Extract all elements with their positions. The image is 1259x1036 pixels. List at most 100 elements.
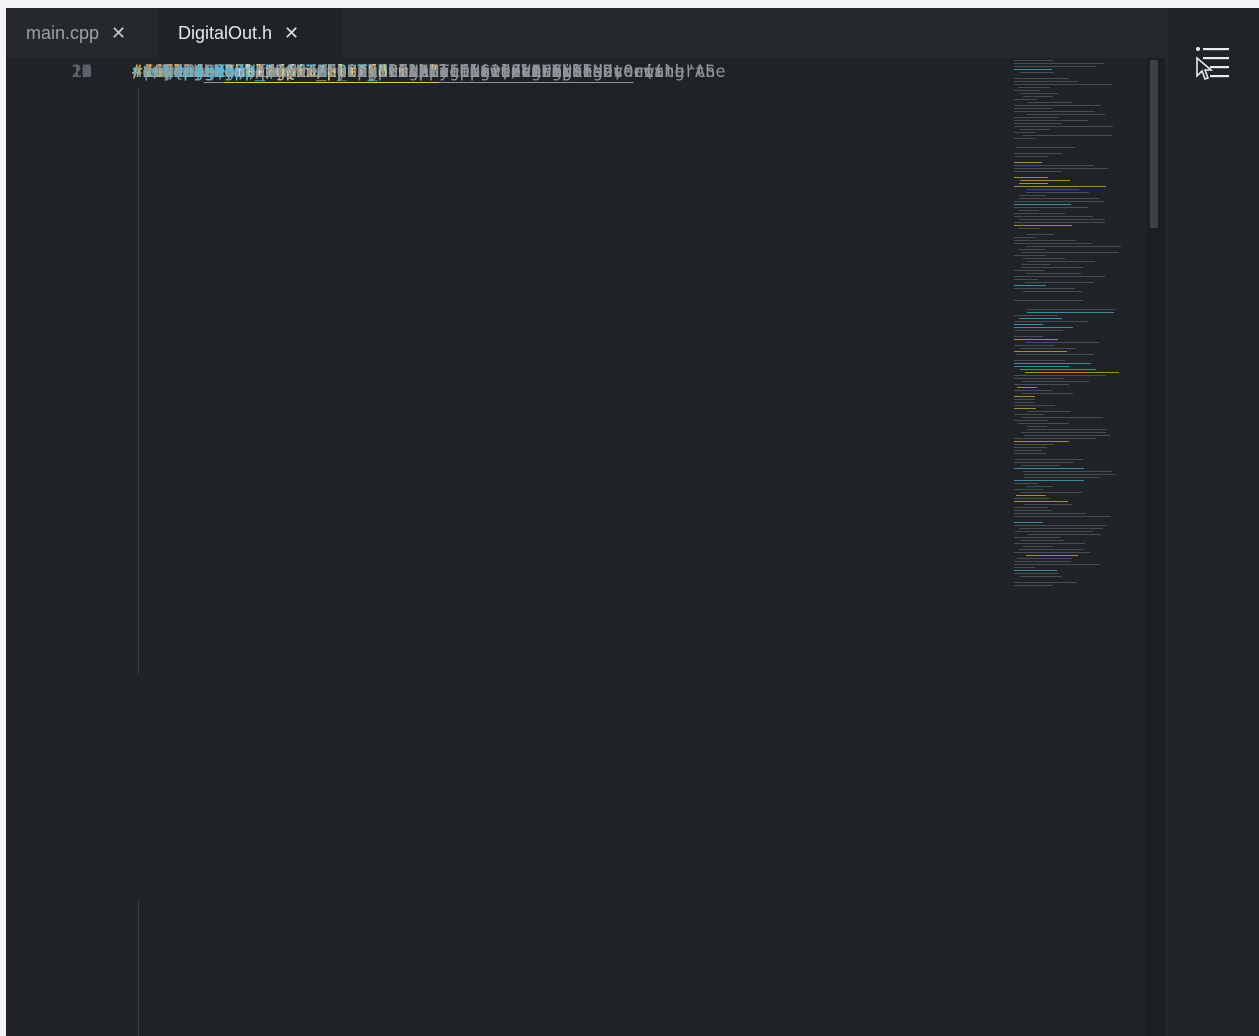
minimap-line (1014, 99, 1037, 100)
minimap-line (1014, 105, 1101, 106)
minimap-line (1015, 405, 1055, 406)
scrollbar-thumb[interactable] (1150, 60, 1158, 228)
minimap-line (1023, 258, 1065, 259)
minimap-line (1021, 465, 1060, 466)
minimap-line (1014, 321, 1088, 322)
tab-main-cpp[interactable]: main.cpp ✕ (6, 8, 158, 58)
minimap-line (1014, 177, 1048, 178)
minimap-line (1014, 288, 1075, 289)
minimap-line (1014, 327, 1073, 328)
minimap-line (1014, 498, 1050, 499)
minimap-line (1014, 339, 1058, 340)
minimap-line (1014, 126, 1113, 127)
minimap-line (1014, 564, 1100, 565)
close-icon[interactable]: ✕ (111, 23, 126, 44)
minimap-line (1014, 279, 1038, 280)
minimap-line (1014, 447, 1047, 448)
minimap-line (1014, 567, 1035, 568)
minimap-line (1026, 234, 1054, 235)
minimap-line (1014, 204, 1071, 205)
minimap-line (1020, 348, 1076, 349)
minimap-line (1014, 414, 1044, 415)
minimap-line (1014, 276, 1105, 277)
minimap-line (1025, 372, 1119, 373)
indent-guide (138, 88, 139, 674)
minimap-line (1014, 561, 1071, 562)
minimap-line (1021, 267, 1083, 268)
minimap-line (1014, 69, 1052, 70)
minimap-line (1024, 435, 1110, 436)
minimap-line (1014, 408, 1036, 409)
outline-list-icon[interactable] (1194, 44, 1234, 92)
minimap-line (1014, 336, 1043, 337)
minimap-line (1026, 192, 1089, 193)
minimap-line (1014, 363, 1091, 364)
minimap-line (1014, 444, 1054, 445)
minimap-line (1027, 426, 1047, 427)
minimap-line (1014, 123, 1062, 124)
minimap-line (1014, 240, 1076, 241)
minimap-line (1014, 81, 1078, 82)
minimap[interactable] (1014, 58, 1142, 598)
minimap-line (1026, 114, 1105, 115)
minimap-line (1014, 324, 1043, 325)
minimap-line (1020, 180, 1070, 181)
minimap-line (1023, 471, 1112, 472)
minimap-line (1019, 249, 1045, 250)
minimap-line (1023, 135, 1112, 136)
minimap-line (1014, 138, 1036, 139)
minimap-line (1014, 507, 1048, 508)
minimap-line (1020, 72, 1054, 73)
minimap-line (1014, 378, 1064, 379)
minimap-line (1014, 111, 1095, 112)
minimap-line (1014, 462, 1074, 463)
minimap-line (1014, 582, 1077, 583)
minimap-line (1014, 399, 1035, 400)
minimap-line (1019, 198, 1099, 199)
minimap-line (1014, 171, 1062, 172)
minimap-line (1014, 450, 1042, 451)
minimap-line (1026, 486, 1053, 487)
minimap-line (1014, 360, 1065, 361)
minimap-line (1016, 147, 1075, 148)
minimap-line (1014, 510, 1052, 511)
minimap-line (1015, 330, 1063, 331)
minimap-line (1018, 228, 1040, 229)
minimap-line (1014, 402, 1035, 403)
close-icon[interactable]: ✕ (284, 23, 299, 44)
minimap-line (1020, 93, 1058, 94)
minimap-line (1014, 216, 1093, 217)
minimap-line (1014, 270, 1045, 271)
minimap-line (1015, 459, 1083, 460)
tab-digitalout-h[interactable]: DigitalOut.h ✕ (158, 8, 342, 58)
minimap-line (1026, 246, 1121, 247)
minimap-line (1014, 222, 1105, 223)
indent-guide (138, 900, 139, 1036)
minimap-line (1019, 219, 1105, 220)
minimap-line (1014, 420, 1048, 421)
minimap-line (1014, 201, 1104, 202)
minimap-line (1027, 534, 1101, 535)
tab-bar: main.cpp ✕ DigitalOut.h ✕ (6, 8, 1165, 58)
minimap-line (1014, 120, 1088, 121)
minimap-line (1014, 213, 1065, 214)
minimap-line (1020, 576, 1062, 577)
window-top-edge (0, 0, 1259, 8)
minimap-line (1014, 132, 1035, 133)
minimap-line (1014, 66, 1096, 67)
minimap-line (1014, 351, 1067, 352)
minimap-line (1018, 423, 1069, 424)
minimap-line (1014, 300, 1083, 301)
minimap-line (1014, 165, 1094, 166)
minimap-line (1019, 528, 1103, 529)
minimap-line (1014, 537, 1061, 538)
minimap-line (1014, 522, 1043, 523)
code-editor[interactable]: main.cpp ✕ DigitalOut.h ✕ 1/* mbed Micro… (6, 8, 1165, 1036)
minimap-line (1027, 261, 1095, 262)
minimap-line (1022, 417, 1103, 418)
minimap-line (1014, 375, 1106, 376)
minimap-line (1014, 285, 1046, 286)
minimap-line (1020, 369, 1096, 370)
minimap-line (1014, 525, 1107, 526)
